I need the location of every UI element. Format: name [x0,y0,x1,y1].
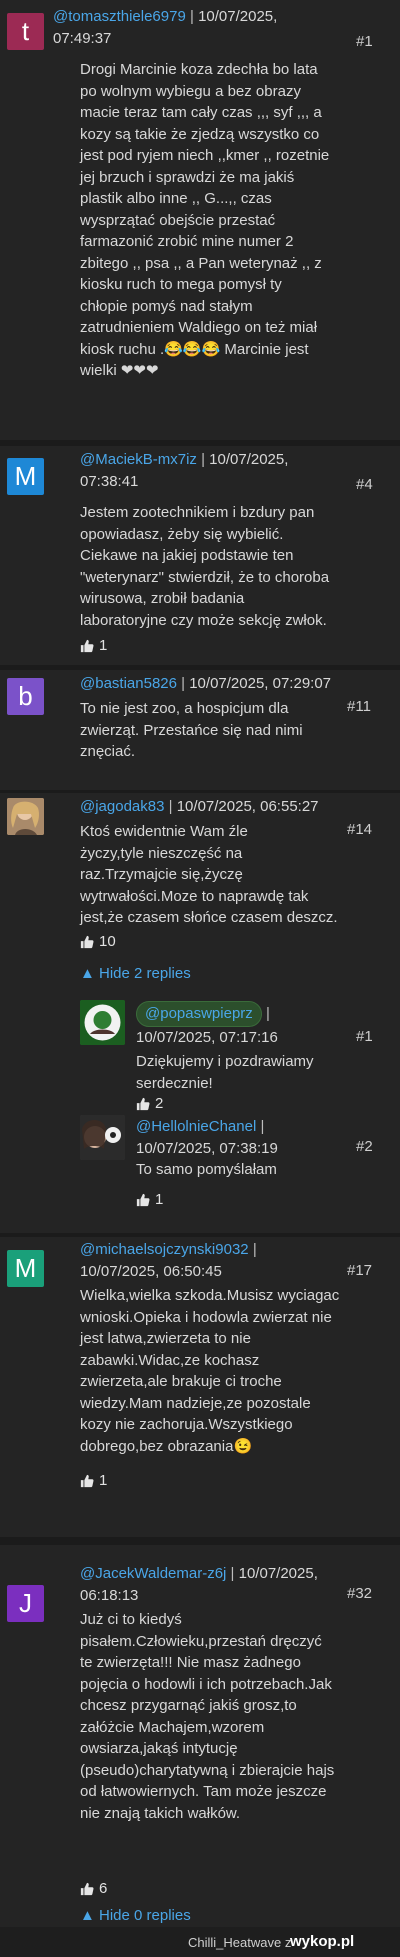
comment-text: Drogi Marcinie koza zdechła bo lata po wo… [80,61,330,379]
author-badge[interactable]: @popaswpieprz [136,1001,262,1027]
comment-date: 10/07/2025, [198,8,278,25]
comment-time: 07:38:41 [80,472,139,490]
like-button[interactable]: 1 [136,1191,163,1208]
avatar[interactable]: M [7,1250,44,1287]
comment-time: 06:18:13 [80,1586,139,1604]
comment-date: 10/07/2025, 07:29:07 [189,675,332,692]
thumbs-up-icon [80,639,94,652]
comment-text: To nie jest zoo, a hospicjum dla zwierząt… [80,700,303,760]
comment-card: t @tomaszthiele6979 | 10/07/2025, 07:49:… [0,0,400,440]
thumbs-up-icon [80,1474,94,1487]
comment-time: 07:49:37 [53,29,112,47]
reply-item: @popaswpieprz | 10/07/2025, 07:17:16 #1 … [78,998,400,1112]
avatar[interactable]: b [7,678,44,715]
thumbs-up-icon [136,1193,150,1206]
like-count: 10 [99,933,116,950]
like-count: 1 [99,1472,108,1489]
wykop-logo: wykop.pl [290,1933,355,1950]
reply-number[interactable]: #1 [356,1028,373,1045]
avatar[interactable] [80,1000,125,1045]
like-count: 6 [99,1880,108,1897]
comment-date: 10/07/2025, [238,1565,318,1582]
hide-replies-toggle[interactable]: ▲ Hide 2 replies [80,965,191,982]
like-button[interactable]: 1 [80,637,107,654]
username-link[interactable]: @jagodak83 [80,798,164,815]
username-link[interactable]: @michaelsojczynski9032 [80,1241,249,1258]
avatar[interactable] [80,1115,125,1160]
avatar[interactable]: t [7,13,44,50]
comment-text: Już ci to kiedyś pisałem.Człowieku,przest… [80,1611,335,1822]
avatar[interactable]: J [7,1585,44,1622]
like-button[interactable]: 10 [80,933,116,950]
like-button[interactable]: 1 [80,1472,107,1489]
comment-text: Ktoś ewidentnie Wam źle życzy,tyle nieszc… [80,823,338,926]
comment-number[interactable]: #17 [347,1262,372,1279]
comment-number[interactable]: #4 [356,476,373,493]
avatar[interactable] [7,798,44,835]
comment-card: M @michaelsojczynski9032 | 10/07/2025, 0… [0,1237,400,1537]
comment-number[interactable]: #32 [347,1585,372,1602]
comment-header: @MaciekB-mx7iz | 10/07/2025, 07:38:41 [80,451,289,490]
comment-card: b @bastian5826 | 10/07/2025, 07:29:07 #1… [0,670,400,790]
reply-number[interactable]: #2 [356,1138,373,1155]
avatar[interactable]: M [7,458,44,495]
comment-date: 10/07/2025, [209,451,289,468]
hide-replies-toggle[interactable]: ▲ Hide 0 replies [80,1907,191,1924]
username-link[interactable]: @tomaszthiele6979 [53,8,186,25]
like-count: 1 [99,637,108,654]
reply-text: Dziękujemy i pozdrawiamy serdecznie! [136,1053,314,1092]
username-link[interactable]: @HellolnieChanel [136,1118,256,1135]
user-photo-icon [80,1115,125,1160]
thumbs-up-icon [80,1882,94,1895]
channel-logo-icon [80,1000,125,1045]
like-button[interactable]: 6 [80,1880,107,1897]
comment-card: J @JacekWaldemar-z6j | 10/07/2025, 06:18… [0,1545,400,1927]
comment-header: @bastian5826 | 10/07/2025, 07:29:07 [80,675,332,692]
comment-number[interactable]: #1 [356,33,373,50]
reply-item: @HellolnieChanel | 10/07/2025, 07:38:19 … [78,1113,400,1223]
user-photo-icon [7,798,44,835]
comment-card: M @MaciekB-mx7iz | 10/07/2025, 07:38:41 … [0,446,400,665]
username-link[interactable]: @MaciekB-mx7iz [80,451,197,468]
like-button[interactable]: 2 [136,1095,163,1112]
username-link[interactable]: @bastian5826 [80,675,177,692]
like-count: 2 [155,1095,164,1112]
comment-header: @tomaszthiele6979 | 10/07/2025, 07:49:37 [53,8,278,47]
comment-header: @jagodak83 | 10/07/2025, 06:55:27 [80,798,319,815]
thumbs-up-icon [80,935,94,948]
watermark-text: Chilli_Heatwave z [188,1935,292,1950]
reply-date: 10/07/2025, 07:17:16 [136,1028,278,1046]
comment-date: 10/07/2025, 06:50:45 [80,1262,222,1280]
username-link[interactable]: @JacekWaldemar-z6j [80,1565,226,1582]
comment-date: 10/07/2025, 06:55:27 [176,798,319,815]
reply-date: 10/07/2025, 07:38:19 [136,1139,278,1157]
reply-text: To samo pomyślałam [136,1161,277,1178]
comment-text: Jestem zootechnikiem i bzdury pan opowiad… [80,504,330,629]
like-count: 1 [155,1191,164,1208]
comment-text: Wielka,wielka szkoda.Musisz wyciagac wnio… [80,1287,340,1455]
comment-number[interactable]: #11 [347,698,371,715]
comment-card: @jagodak83 | 10/07/2025, 06:55:27 #14 Kt… [0,793,400,1233]
watermark-bar: Chilli_Heatwave z wykop.pl [0,1927,400,1957]
thumbs-up-icon [136,1097,150,1110]
